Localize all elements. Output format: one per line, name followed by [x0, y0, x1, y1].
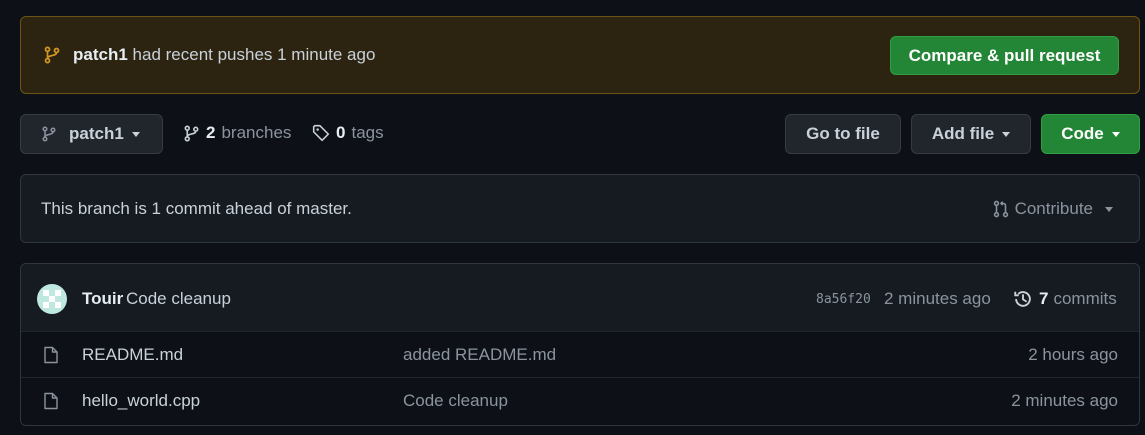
table-row: hello_world.cpp Code cleanup 2 minutes a… [21, 378, 1139, 424]
chevron-down-icon [1105, 206, 1113, 212]
chevron-down-icon [1111, 131, 1120, 137]
branches-link[interactable]: 2 branches [183, 123, 291, 143]
file-icon [44, 346, 58, 364]
branch-icon [184, 124, 199, 142]
banner-branch-link[interactable]: patch1 [73, 45, 128, 64]
branches-count: 2 [206, 123, 216, 142]
branch-icon [42, 126, 56, 142]
go-to-file-button[interactable]: Go to file [785, 114, 901, 154]
file-list: Touir Code cleanup 8a56f20 2 minutes ago… [20, 263, 1140, 426]
file-commit-time: 2 hours ago [1028, 345, 1118, 364]
tag-icon [312, 124, 330, 142]
branch-ahead-box: This branch is 1 commit ahead of master.… [20, 174, 1140, 243]
chevron-down-icon [1002, 131, 1011, 137]
file-commit-time: 2 minutes ago [1011, 391, 1118, 410]
code-button[interactable]: Code [1041, 114, 1140, 154]
banner-text: had recent pushes 1 minute ago [132, 45, 376, 64]
branch-select-label: patch1 [69, 124, 124, 143]
commits-count: 7 [1039, 289, 1049, 308]
file-name[interactable]: hello_world.cpp [82, 391, 200, 411]
file-name[interactable]: README.md [82, 345, 183, 365]
commits-label: commits [1053, 289, 1117, 308]
compare-pull-request-button[interactable]: Compare & pull request [890, 36, 1119, 75]
commits-history-link[interactable]: 7 commits [1013, 289, 1117, 309]
commit-message[interactable]: Code cleanup [126, 289, 231, 309]
pull-request-icon [993, 200, 1008, 218]
branch-ahead-message: This branch is 1 commit ahead of master. [41, 198, 352, 218]
contribute-label: Contribute [1014, 199, 1093, 218]
tags-count: 0 [336, 123, 346, 142]
add-file-button[interactable]: Add file [911, 114, 1031, 154]
file-icon [44, 392, 58, 410]
code-label: Code [1061, 124, 1104, 143]
add-file-label: Add file [931, 124, 995, 143]
latest-commit-row: Touir Code cleanup 8a56f20 2 minutes ago… [21, 264, 1139, 332]
tags-label: tags [351, 123, 384, 142]
banner-message: patch1 had recent pushes 1 minute ago [73, 45, 375, 65]
branches-label: branches [221, 123, 292, 142]
chevron-down-icon [131, 131, 140, 137]
recent-pushes-banner: patch1 had recent pushes 1 minute ago Co… [20, 16, 1140, 94]
branch-select-button[interactable]: patch1 [20, 114, 163, 154]
avatar[interactable] [37, 284, 67, 314]
contribute-dropdown[interactable]: Contribute [992, 199, 1113, 219]
history-icon [1014, 291, 1031, 307]
tags-link[interactable]: 0 tags [312, 123, 384, 143]
commit-author[interactable]: Touir [82, 289, 123, 309]
file-commit-message[interactable]: added README.md [403, 345, 556, 365]
file-commit-message[interactable]: Code cleanup [403, 391, 508, 411]
commit-sha[interactable]: 8a56f20 [816, 292, 871, 307]
commit-time: 2 minutes ago [884, 289, 991, 308]
table-row: README.md added README.md 2 hours ago [21, 332, 1139, 378]
branch-icon [44, 46, 60, 64]
